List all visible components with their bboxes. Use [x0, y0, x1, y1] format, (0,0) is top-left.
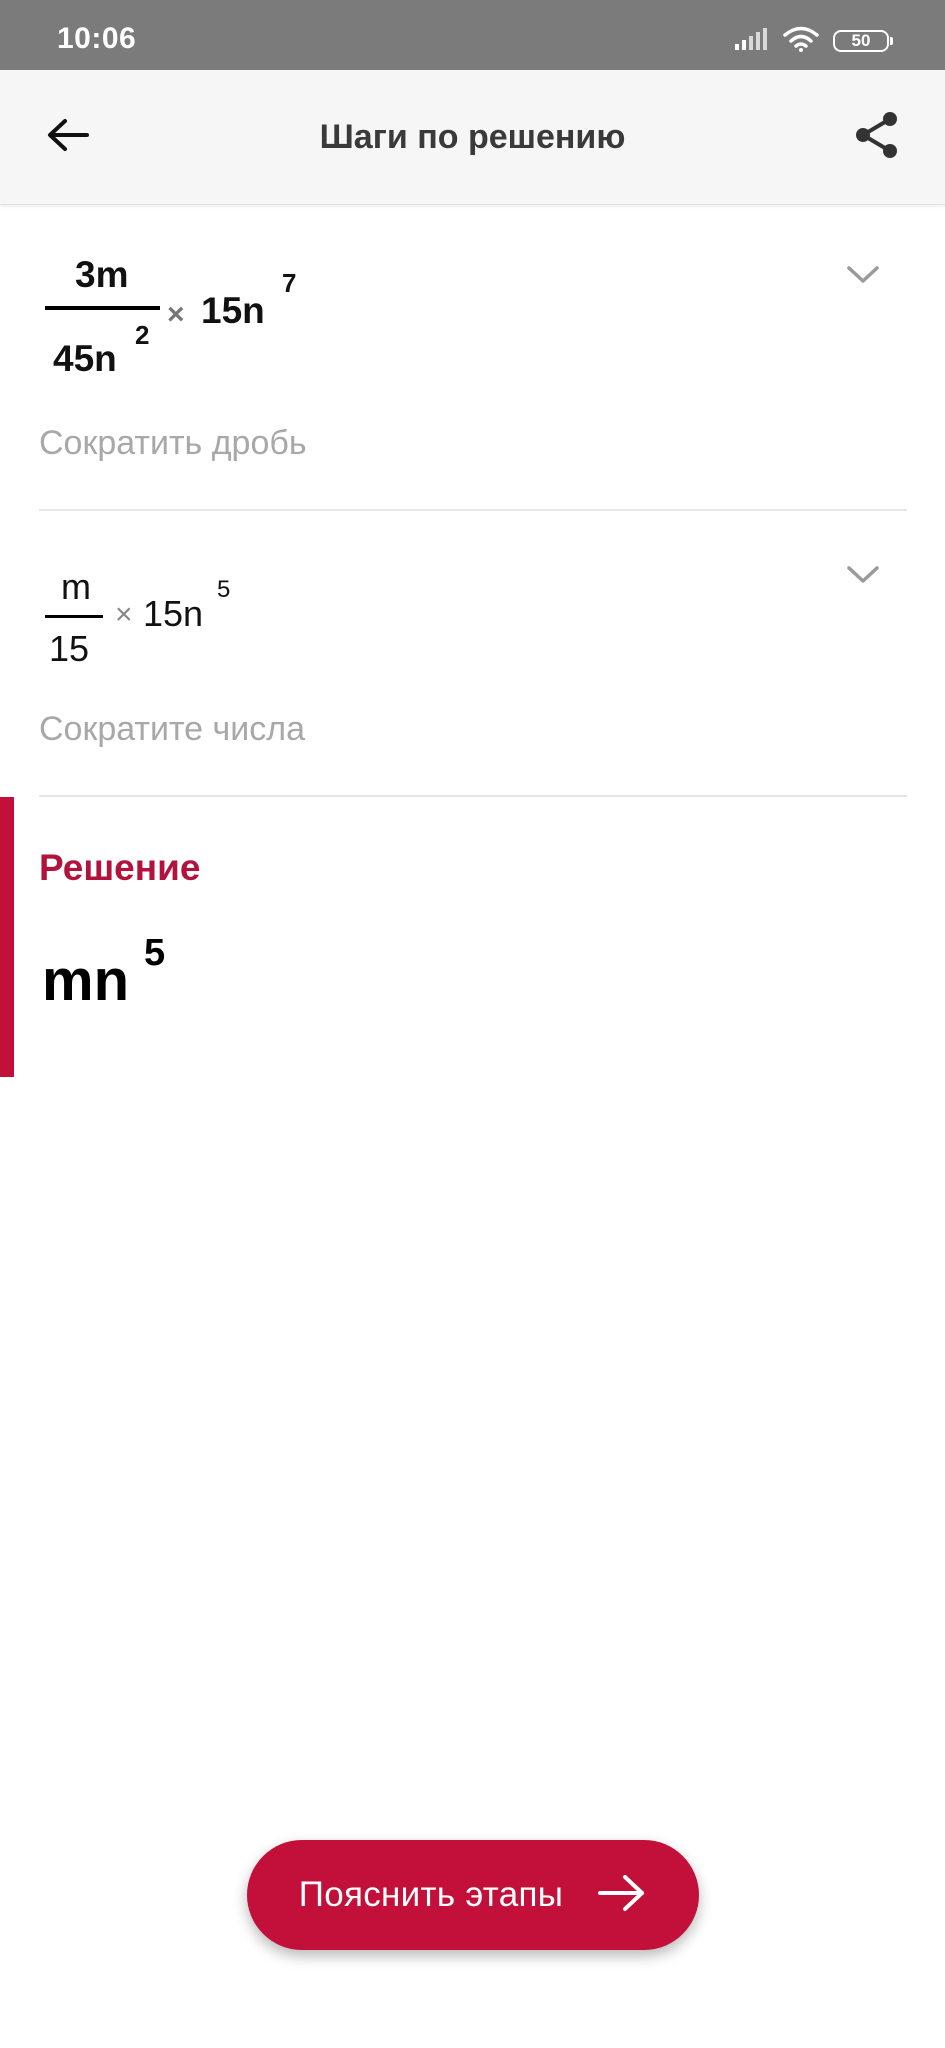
multiply-operator: × [167, 298, 185, 331]
factor: 15n [143, 593, 204, 634]
solution-title: Решение [39, 847, 201, 888]
arrow-right-icon [597, 1873, 647, 1918]
signal-icon [735, 27, 769, 55]
denominator-exponent: 2 [135, 320, 150, 350]
battery-level: 50 [851, 31, 871, 50]
factor-exponent: 5 [217, 576, 231, 603]
expand-step-1-button[interactable] [839, 256, 887, 296]
solution-accent-bar [0, 797, 14, 1077]
status-time: 10:06 [57, 22, 137, 55]
step-1-expression: 3m 45n 2 × 15n 7 [45, 254, 365, 379]
app-bar: Шаги по решению [0, 70, 945, 205]
step-2-expression: m 15 × 15n 5 [45, 566, 305, 686]
factor-exponent: 7 [282, 268, 297, 298]
multiply-operator: × [115, 598, 133, 631]
numerator: 3m [75, 254, 129, 295]
denominator: 45n [53, 338, 117, 379]
denominator: 15 [49, 628, 90, 669]
share-button[interactable] [841, 106, 913, 168]
chevron-down-icon [846, 264, 880, 289]
fraction-bar [45, 615, 103, 618]
explain-steps-label: Пояснить этапы [298, 1875, 564, 1914]
step-2-description: Сократите числа [39, 710, 305, 748]
fraction-bar [45, 306, 160, 310]
status-icons: 50 [735, 26, 893, 57]
solution-exponent: 5 [144, 932, 166, 974]
numerator: m [61, 566, 91, 607]
share-icon [854, 110, 900, 165]
status-bar: 10:06 50 [0, 0, 945, 70]
factor: 15n [201, 290, 265, 331]
explain-steps-button[interactable]: Пояснить этапы [247, 1840, 699, 1950]
page-title: Шаги по решению [319, 118, 626, 156]
wifi-icon [783, 26, 819, 57]
step-1-description: Сократить дробь [39, 424, 307, 462]
solution-value: mn [42, 948, 129, 1013]
expand-step-2-button[interactable] [839, 556, 887, 596]
step-2[interactable]: m 15 × 15n 5 Сократите числа [39, 511, 907, 797]
step-1[interactable]: 3m 45n 2 × 15n 7 Сократить дробь [39, 204, 907, 511]
battery-icon: 50 [833, 30, 893, 52]
solution-section: Решение mn 5 [0, 797, 945, 1077]
chevron-down-icon [846, 564, 880, 589]
